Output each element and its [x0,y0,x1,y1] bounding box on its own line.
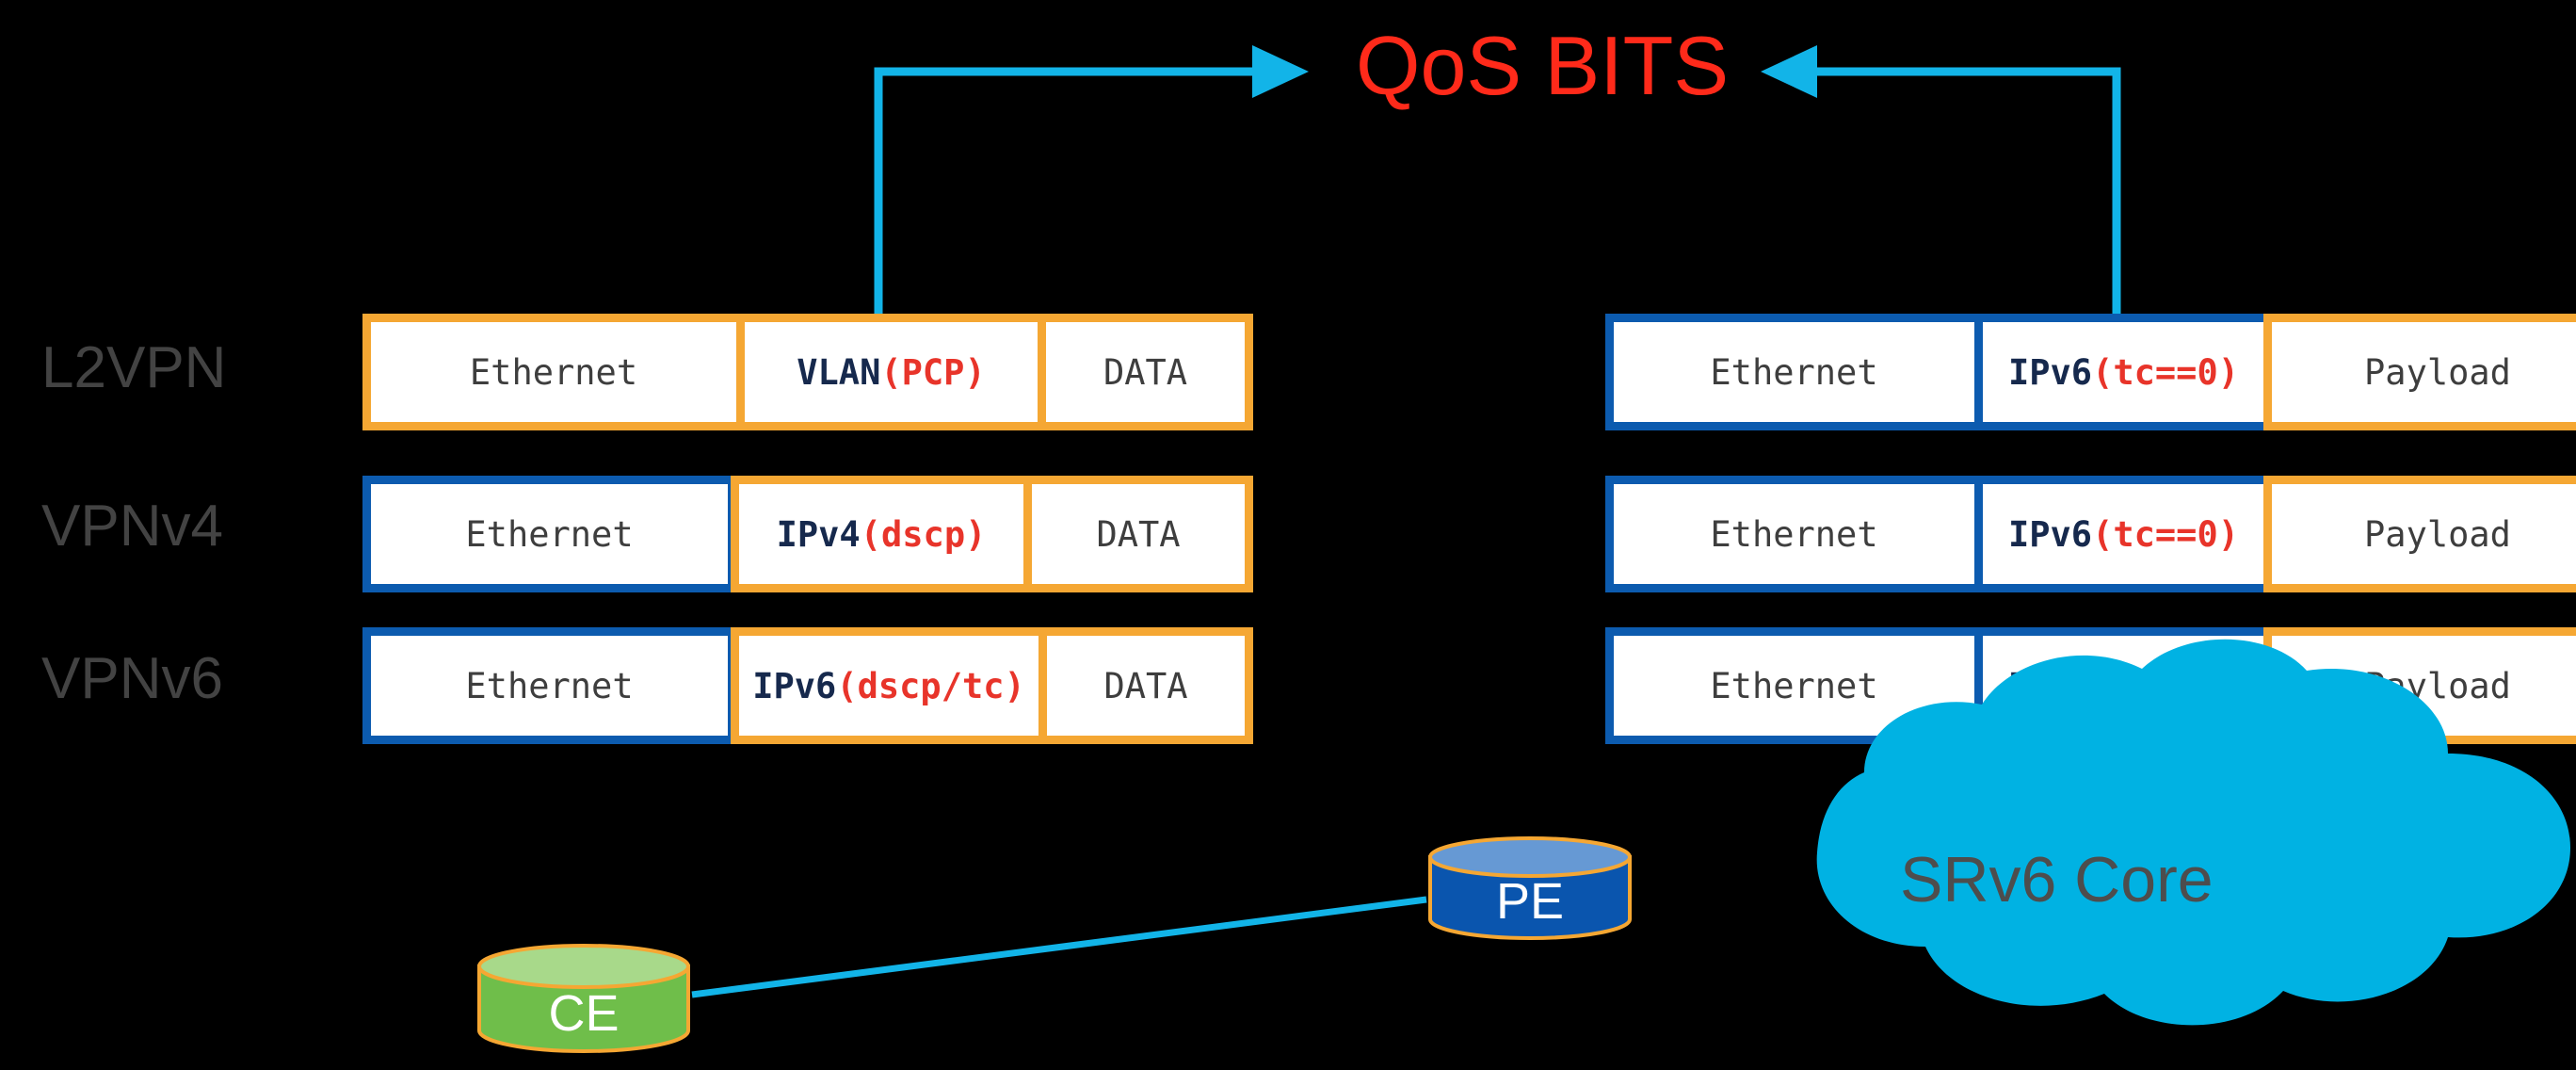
cell-text: DATA [1096,513,1181,555]
srv6-core-label: SRv6 Core [1900,844,2214,916]
right-row-vpnv4-core-box: Ethernet IPv6 (tc==0) [1605,476,2273,592]
left-vpnv4-cell-ethernet: Ethernet [371,484,728,584]
left-vpnv4-cell-ipv4-header: IPv4 (dscp) [739,484,1023,584]
left-vpnv6-cell-data: DATA [1038,636,1245,736]
left-qos-arrow [874,45,1309,320]
pe-node[interactable]: PE [1426,836,1634,940]
right-vpnv4-cell-ipv6-tc-header: IPv6 (tc==0) [1974,484,2264,584]
right-vpnv4-cell-ethernet: Ethernet [1614,484,1974,584]
cell-text-secondary: (tc==0) [2092,513,2240,555]
cell-text-secondary: (PCP) [880,351,986,393]
ce-label: CE [548,985,620,1042]
page-title: QoS BITS [1356,19,1730,112]
cell-text: Payload [2364,513,2511,555]
cell-text-primary: IPv6 [2007,351,2093,393]
left-row-vpnv6-payload-box: IPv6 (dscp/tc) DATA [731,627,1253,744]
right-row-l2vpn-payload-box: Payload [2263,314,2576,430]
right-l2vpn-cell-ethernet: Ethernet [1614,322,1974,422]
row-label-vpnv4: VPNv4 [41,494,223,559]
right-row-vpnv6-core-box: Ethernet IPv6 (tc==0) [1605,627,2273,744]
row-label-vpnv6: VPNv6 [41,646,223,711]
ce-pe-link [691,896,1427,998]
left-vpnv6-cell-ethernet: Ethernet [371,636,728,736]
right-l2vpn-cell-ipv6-tc-header: IPv6 (tc==0) [1974,322,2264,422]
right-qos-arrow [1761,45,2121,320]
left-vpnv4-cell-data: DATA [1023,484,1245,584]
cell-text-secondary: (tc==0) [2092,351,2240,393]
ce-node[interactable]: CE [475,944,692,1053]
left-l2vpn-cell-data: DATA [1038,322,1245,422]
cell-text-secondary: (dscp/tc) [836,665,1025,706]
cell-text: Ethernet [469,351,638,393]
cell-text: Ethernet [1710,351,1878,393]
right-vpnv4-cell-payload: Payload [2272,484,2576,584]
cell-text: DATA [1103,351,1188,393]
left-l2vpn-cell-ethernet: Ethernet [371,322,736,422]
cell-text-secondary: (dscp) [860,513,987,555]
cell-text-secondary: (tc==0) [2092,665,2240,706]
right-row-l2vpn-core-box: Ethernet IPv6 (tc==0) [1605,314,2273,430]
cell-text: Ethernet [1710,513,1878,555]
cell-text-primary: IPv6 [2007,665,2093,706]
cell-text-primary: VLAN [797,351,881,393]
cell-text: Ethernet [465,665,634,706]
cell-text: Payload [2364,665,2511,706]
right-vpnv6-cell-ethernet: Ethernet [1614,636,1974,736]
cell-text: Ethernet [465,513,634,555]
left-vpnv6-cell-ipv6-header: IPv6 (dscp/tc) [739,636,1038,736]
cell-text: Payload [2364,351,2511,393]
pe-label: PE [1495,873,1565,930]
cell-text-primary: IPv6 [752,665,837,706]
cell-text: DATA [1103,665,1188,706]
left-row-vpnv6-ethernet-box: Ethernet [362,627,736,744]
right-vpnv6-cell-payload: Payload [2272,636,2576,736]
cell-text-primary: IPv6 [2007,513,2093,555]
left-row-vpnv4-ethernet-box: Ethernet [362,476,736,592]
left-l2vpn-cell-vlan-header: VLAN (PCP) [736,322,1038,422]
right-vpnv6-cell-ipv6-tc-header: IPv6 (tc==0) [1974,636,2264,736]
cell-text-primary: IPv4 [776,513,861,555]
right-l2vpn-cell-payload: Payload [2272,322,2576,422]
diagram-canvas: QoS BITS L2VPN VPNv4 VPNv6 Ethernet VLAN… [0,0,2576,1070]
right-row-vpnv6-payload-box: Payload [2263,627,2576,744]
right-row-vpnv4-payload-box: Payload [2263,476,2576,592]
cell-text: Ethernet [1710,665,1878,706]
row-label-l2vpn: L2VPN [41,335,227,400]
left-row-vpnv4-payload-box: IPv4 (dscp) DATA [731,476,1253,592]
left-row-l2vpn: Ethernet VLAN (PCP) DATA [362,314,1253,430]
